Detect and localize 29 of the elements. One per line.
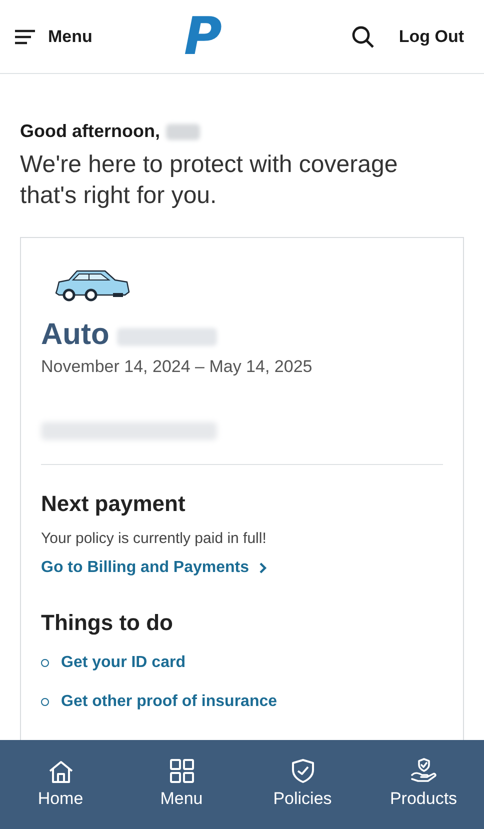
logo[interactable]: P [184, 10, 220, 62]
policy-type: Auto [41, 318, 110, 352]
nav-tab[interactable]: Policies [242, 758, 363, 812]
next-payment-heading: Next payment [41, 490, 186, 518]
grid-icon [168, 758, 194, 784]
bullet-icon [41, 659, 49, 667]
hand-shield-icon [410, 758, 438, 784]
policy-dates: November 14, 2024 – May 14, 2025 [41, 356, 314, 378]
shield-check-icon [290, 758, 314, 784]
task-link[interactable]: Get other proof of insurance [61, 690, 278, 714]
menu-button[interactable]: Menu [14, 24, 92, 50]
log-out-button[interactable]: Log Out [398, 24, 464, 50]
nav-tab[interactable]: Home [0, 758, 121, 812]
nav-tab[interactable]: Products [363, 758, 484, 812]
billing-link[interactable]: Go to Billing and Payments [41, 556, 443, 580]
greeting-title: Good afternoon, [20, 120, 160, 143]
nav-tab[interactable]: Menu [121, 758, 242, 812]
payment-status: Your policy is currently paid in full! [41, 528, 268, 548]
greeting-subtitle: We're here to protect with coverage that's right for you. [20, 150, 399, 211]
search-button[interactable] [350, 24, 375, 48]
car-icon [53, 268, 131, 302]
menu-icon [14, 28, 36, 44]
things-to-do-heading: Things to do [41, 609, 174, 637]
bullet-icon [41, 698, 49, 706]
blurred-name [166, 124, 200, 140]
task-link[interactable]: Get your ID card [61, 651, 186, 675]
chevron-icon [259, 562, 268, 574]
search-icon [350, 24, 375, 48]
home-icon [48, 760, 74, 784]
